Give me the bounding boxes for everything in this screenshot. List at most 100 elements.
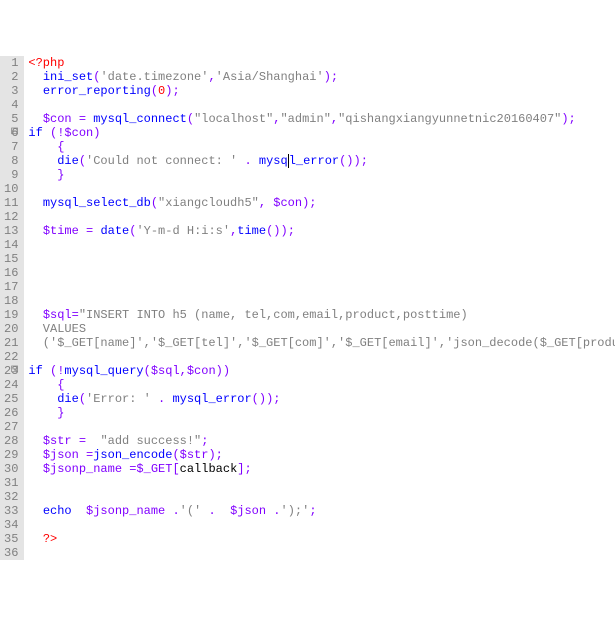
token: . [244, 154, 251, 168]
token: ('$_GET[name]','$_GET[tel]','$_GET[com]'… [28, 336, 615, 350]
code-line[interactable] [28, 490, 615, 504]
line-number: 30 [4, 462, 18, 476]
code-line[interactable] [28, 182, 615, 196]
token: 'Error: ' [86, 392, 151, 406]
token: ()); [266, 224, 295, 238]
code-line[interactable] [28, 266, 615, 280]
fold-toggle-icon[interactable]: ⊟ [10, 126, 20, 140]
token: (! [50, 364, 64, 378]
line-number: 17 [4, 280, 18, 294]
line-number: 35 [4, 532, 18, 546]
line-number: 34 [4, 518, 18, 532]
code-line[interactable] [28, 546, 615, 560]
code-line[interactable]: error_reporting(0); [28, 84, 615, 98]
code-line[interactable]: <?php [28, 56, 615, 70]
code-line[interactable]: $time = date('Y-m-d H:i:s',time()); [28, 224, 615, 238]
line-number: 10 [4, 182, 18, 196]
token [28, 462, 42, 476]
code-line[interactable]: mysql_select_db("xiangcloudh5", $con); [28, 196, 615, 210]
token: callback [180, 462, 238, 476]
token [72, 434, 79, 448]
code-line[interactable]: ⊟if (!mysql_query($sql,$con)) [28, 364, 615, 378]
token [28, 392, 57, 406]
token: ($sql,$con)) [144, 364, 230, 378]
code-line[interactable]: ?> [28, 532, 615, 546]
token [43, 364, 50, 378]
token [252, 154, 259, 168]
token: $time [43, 224, 79, 238]
fold-toggle-icon[interactable]: ⊟ [10, 364, 20, 378]
code-line[interactable]: ('$_GET[name]','$_GET[tel]','$_GET[com]'… [28, 336, 615, 350]
line-number: 24 [4, 378, 18, 392]
token: ( [151, 84, 158, 98]
code-line[interactable]: VALUES [28, 322, 615, 336]
token: ini_set [43, 70, 93, 84]
code-line[interactable] [28, 280, 615, 294]
line-number: 3 [4, 84, 18, 98]
code-line[interactable]: { [28, 140, 615, 154]
line-number: 7 [4, 140, 18, 154]
line-number: 28 [4, 434, 18, 448]
token: $jsonp_name [43, 462, 122, 476]
code-line[interactable]: echo $jsonp_name .'(' . $json .');'; [28, 504, 615, 518]
token: { [57, 140, 64, 154]
code-line[interactable] [28, 252, 615, 266]
token: mysql_connect [93, 112, 187, 126]
token: ( [151, 196, 158, 210]
token: , [259, 196, 266, 210]
token [43, 126, 50, 140]
code-area[interactable]: <?php ini_set('date.timezone','Asia/Shan… [24, 56, 615, 560]
code-line[interactable]: $jsonp_name =$_GET[callback]; [28, 462, 615, 476]
token: $str [43, 434, 72, 448]
token: json_encode [93, 448, 172, 462]
code-line[interactable] [28, 98, 615, 112]
code-line[interactable] [28, 518, 615, 532]
token: } [57, 168, 64, 182]
line-number: 20 [4, 322, 18, 336]
code-line[interactable]: } [28, 406, 615, 420]
line-number: 11 [4, 196, 18, 210]
line-number: 26 [4, 406, 18, 420]
line-number: 13 [4, 224, 18, 238]
token: $json [230, 504, 266, 518]
token: echo [43, 504, 72, 518]
token [28, 224, 42, 238]
code-line[interactable]: die('Could not connect: ' . mysql_error(… [28, 154, 615, 168]
code-line[interactable]: $json =json_encode($str); [28, 448, 615, 462]
token: 'Could not connect: ' [86, 154, 237, 168]
code-line[interactable] [28, 420, 615, 434]
code-editor[interactable]: 1234567891011121314151617181920212223242… [0, 56, 615, 560]
line-number: 33 [4, 504, 18, 518]
code-line[interactable]: $con = mysql_connect("localhost","admin"… [28, 112, 615, 126]
code-line[interactable]: die('Error: ' . mysql_error()); [28, 392, 615, 406]
code-line[interactable]: $str = "add success!"; [28, 434, 615, 448]
token [28, 378, 57, 392]
token: date [100, 224, 129, 238]
token: ?> [43, 532, 57, 546]
code-line[interactable]: } [28, 168, 615, 182]
code-line[interactable] [28, 210, 615, 224]
code-line[interactable]: { [28, 378, 615, 392]
token: . [172, 504, 179, 518]
code-line[interactable]: $sql="INSERT INTO h5 (name, tel,com,emai… [28, 308, 615, 322]
token: ( [187, 112, 194, 126]
code-line[interactable] [28, 350, 615, 364]
token: 'date.timezone' [100, 70, 208, 84]
token [28, 140, 57, 154]
token: ]; [237, 462, 251, 476]
line-number: 25 [4, 392, 18, 406]
line-number: 1 [4, 56, 18, 70]
code-line[interactable]: ini_set('date.timezone','Asia/Shanghai')… [28, 70, 615, 84]
code-line[interactable] [28, 294, 615, 308]
token [28, 448, 42, 462]
token: . [273, 504, 280, 518]
code-line[interactable] [28, 238, 615, 252]
token [28, 504, 42, 518]
token: l_error [288, 154, 339, 168]
token: "localhost" [194, 112, 273, 126]
code-line[interactable]: ⊟if (!$con) [28, 126, 615, 140]
code-line[interactable] [28, 476, 615, 490]
line-number: 22 [4, 350, 18, 364]
token [28, 308, 42, 322]
token: ); [324, 70, 338, 84]
